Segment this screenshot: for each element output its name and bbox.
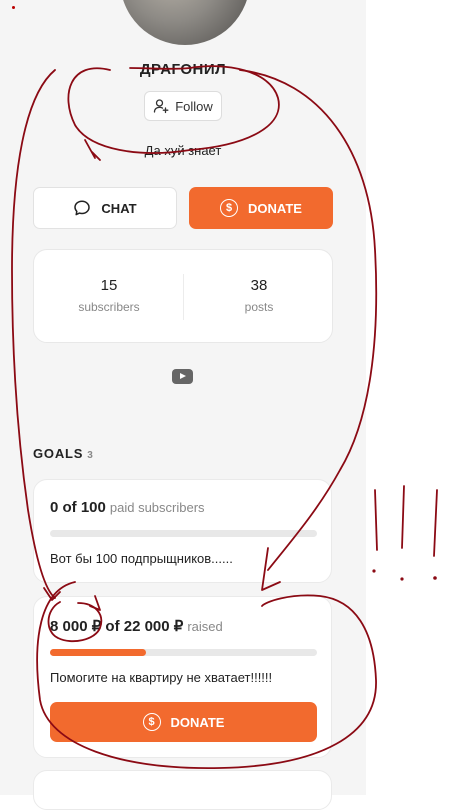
follow-label: Follow — [175, 98, 213, 114]
coin-icon: $ — [220, 199, 239, 217]
posts-count: 38 — [250, 277, 268, 294]
coin-icon: $ — [142, 713, 161, 731]
chat-bubble-icon — [74, 200, 91, 216]
subscribers-stat[interactable]: 15 subscribers — [34, 277, 184, 314]
annotation-exclaim-2 — [401, 485, 405, 549]
annotation-dot — [12, 6, 15, 9]
annotation-exclaim-dot-2 — [400, 577, 404, 581]
youtube-icon[interactable] — [172, 369, 193, 384]
annotation-exclaim-3 — [433, 489, 438, 557]
goal-amount-suffix: paid subscribers — [109, 500, 205, 515]
posts-stat[interactable]: 38 posts — [184, 277, 334, 314]
subscribers-count: 15 — [100, 277, 118, 294]
annotation-exclaim-1 — [374, 489, 378, 551]
goal-donate-button[interactable]: $ DONATE — [50, 702, 317, 742]
goal-progress-bar — [50, 530, 317, 537]
goal-donate-label: DONATE — [170, 714, 225, 730]
profile-panel: ДРАГОНИЛ Follow Да хуй знает CHAT $ DONA… — [0, 0, 366, 810]
goals-title: GOALS — [33, 446, 84, 461]
goals-count: 3 — [87, 450, 93, 461]
donate-label: DONATE — [248, 200, 302, 216]
goal-amount-suffix: raised — [187, 619, 223, 634]
stats-card: 15 subscribers 38 posts — [33, 249, 333, 343]
annotation-exclaim-dot-3 — [433, 576, 437, 580]
goals-header: GOALS 3 — [33, 446, 93, 461]
donate-button[interactable]: $ DONATE — [189, 187, 333, 229]
goal-description: Вот бы 100 подпрыщников...... — [50, 551, 233, 566]
goal-card-raised: 8 000 ₽ of 22 000 ₽ raised Помогите на кв… — [33, 596, 332, 758]
chat-label: CHAT — [101, 200, 137, 216]
goal-card-partial — [33, 770, 332, 810]
goal-card-subscribers: 0 of 100 paid subscribers Вот бы 100 подп… — [33, 479, 332, 583]
profile-name: ДРАГОНИЛ — [139, 61, 227, 78]
posts-label: posts — [244, 300, 274, 314]
goal-amount: 8 000 ₽ of 22 000 ₽ raised — [50, 617, 223, 635]
annotation-exclaim-dot-1 — [372, 569, 376, 573]
goal-amount-value: 0 of 100 — [50, 499, 106, 516]
subscribers-label: subscribers — [78, 300, 140, 314]
profile-bio: Да хуй знает — [144, 143, 222, 158]
goal-amount: 0 of 100 paid subscribers — [50, 499, 205, 516]
user-plus-icon — [154, 99, 169, 114]
goal-amount-value: 8 000 ₽ of 22 000 ₽ — [50, 618, 184, 635]
chat-button[interactable]: CHAT — [33, 187, 177, 229]
follow-button[interactable]: Follow — [144, 91, 222, 121]
goal-progress-bar — [50, 649, 317, 656]
avatar[interactable] — [120, 0, 250, 45]
goal-description: Помогите на квартиру не хватает!!!!!! — [50, 670, 273, 685]
goal-progress-fill — [50, 649, 147, 656]
